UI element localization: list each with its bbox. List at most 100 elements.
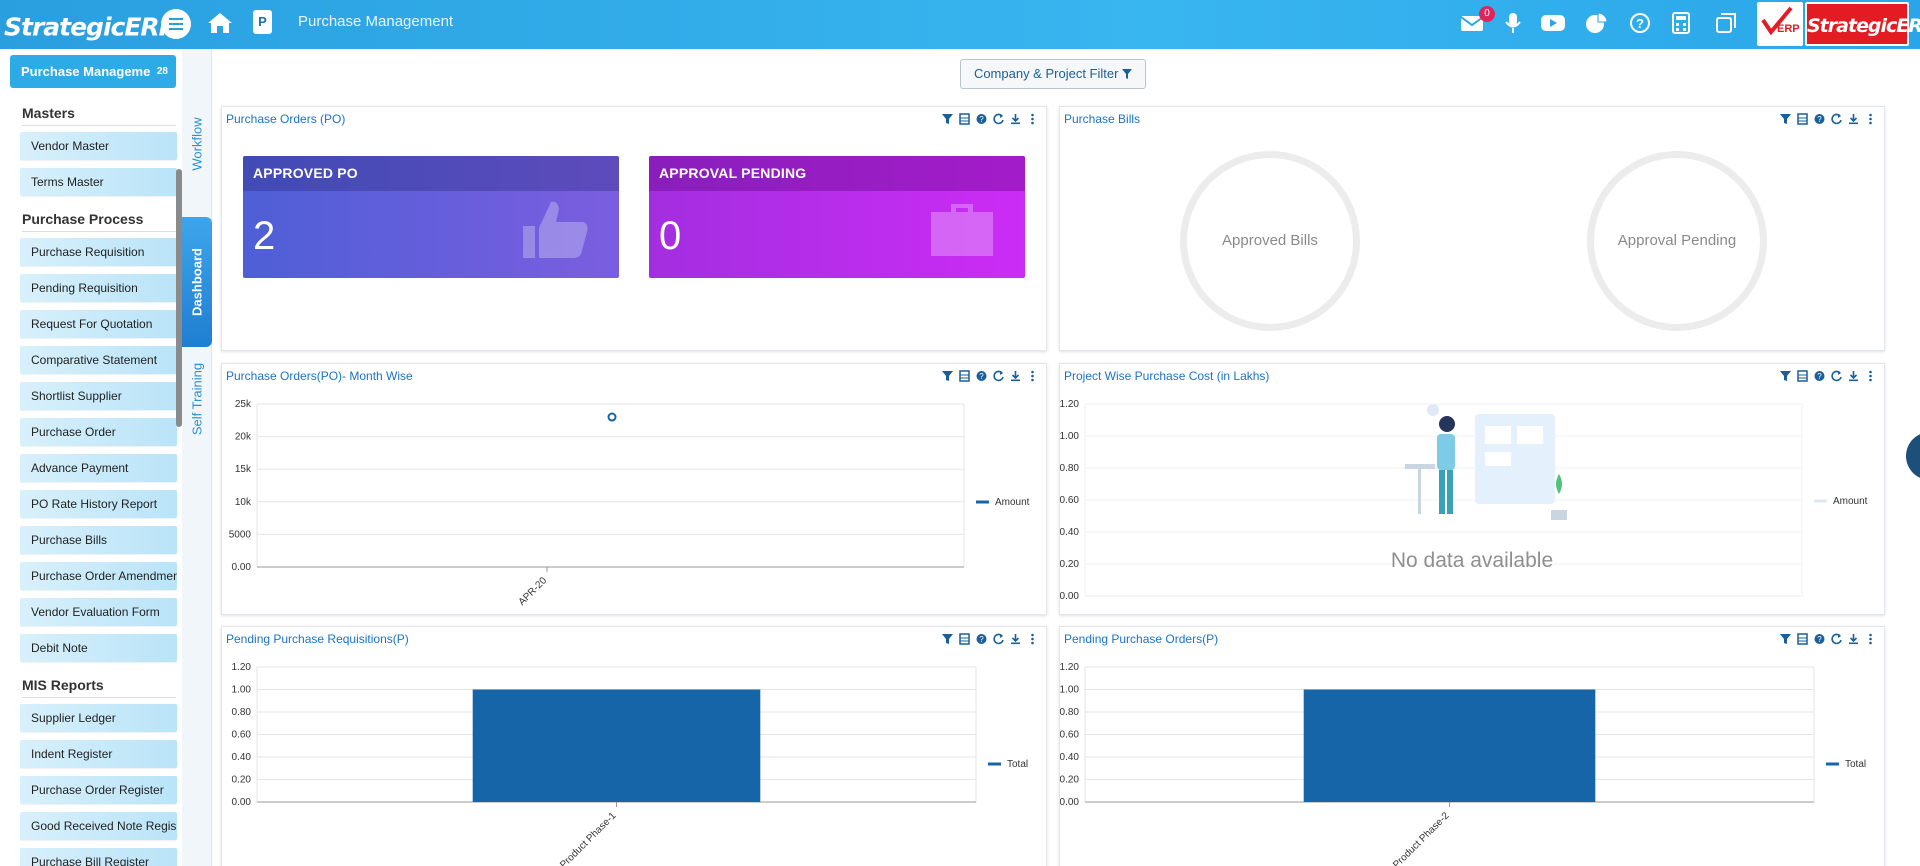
y-tick-label: 0.00 [232, 562, 252, 573]
svg-text:?: ? [1817, 115, 1822, 124]
x-tick-label: Product Phase-2 [1391, 810, 1452, 866]
sidebar-item[interactable]: Supplier Ledger [20, 704, 177, 732]
sidebar-section-title: Masters [22, 105, 176, 126]
purchase-orders-panel: Purchase Orders (PO) ? APPROVED PO 2 APP… [221, 106, 1047, 351]
panel-title: Purchase Bills [1064, 112, 1141, 126]
y-tick-label: 0.40 [232, 752, 252, 763]
sidebar-item[interactable]: Vendor Master [20, 132, 177, 160]
sidebar-item[interactable]: Pending Requisition [20, 274, 177, 302]
sidebar-item[interactable]: PO Rate History Report [20, 490, 177, 518]
hamburger-menu-button[interactable] [161, 9, 191, 39]
sidebar-item[interactable]: Request For Quotation [20, 310, 177, 338]
sidebar-item[interactable]: Comparative Statement [20, 346, 177, 374]
sidebar-item[interactable]: Purchase Order Amendment [20, 562, 177, 590]
y-tick-label: 0.60 [232, 730, 252, 741]
y-tick-label: 0.40 [1060, 527, 1079, 538]
sidebar-item[interactable]: Good Received Note Regis.. [20, 812, 177, 840]
sidebar-item[interactable]: Debit Note [20, 634, 177, 662]
module-selector[interactable]: Purchase Manageme 28 [10, 55, 176, 88]
download-icon[interactable] [1010, 113, 1021, 125]
panel-toolbar: ? [1774, 113, 1876, 127]
tab-workflow[interactable]: Workflow [182, 89, 212, 199]
y-tick-label: 0.60 [1060, 730, 1079, 741]
filter-icon[interactable] [942, 113, 953, 125]
more-icon[interactable] [1027, 113, 1038, 125]
y-tick-label: 5000 [229, 529, 252, 540]
svg-text:?: ? [1636, 16, 1644, 31]
download-icon[interactable] [1848, 113, 1859, 125]
y-tick-label: 1.00 [1060, 431, 1079, 442]
tab-dashboard[interactable]: Dashboard [182, 217, 212, 347]
y-tick-label: 0.00 [1060, 591, 1079, 602]
y-tick-label: 15k [235, 464, 252, 475]
sidebar-item[interactable]: Purchase Order [20, 418, 177, 446]
y-tick-label: 1.00 [232, 685, 252, 696]
y-tick-label: 0.60 [1060, 495, 1079, 506]
table-icon[interactable] [1797, 113, 1808, 125]
y-tick-label: 0.80 [232, 707, 252, 718]
sidebar-item[interactable]: Terms Master [20, 168, 177, 196]
sidebar-item[interactable]: Advance Payment [20, 454, 177, 482]
approved-bills-ring[interactable]: Approved Bills [1180, 151, 1360, 331]
y-tick-label: 0.00 [1060, 797, 1079, 808]
legend-label: Total [1007, 759, 1028, 770]
mic-icon[interactable] [1500, 11, 1526, 35]
x-tick-label: Product Phase-1 [558, 810, 619, 866]
sidebar-section-title: MIS Reports [22, 677, 176, 698]
help-icon[interactable]: ? [1627, 11, 1653, 35]
approved-po-card[interactable]: APPROVED PO 2 [243, 156, 619, 278]
refresh-icon[interactable] [1831, 113, 1842, 125]
project-cost-panel: Project Wise Purchase Cost (in Lakhs) ? … [1059, 363, 1885, 615]
tab-self-training[interactable]: Self Training [182, 349, 212, 449]
approval-pending-card[interactable]: APPROVAL PENDING 0 [649, 156, 1025, 278]
brand-logo: StrategicERP [1805, 2, 1920, 46]
app-logo[interactable]: StrategicERP® [4, 6, 186, 42]
home-icon[interactable] [207, 11, 233, 35]
panel-title: Purchase Orders (PO) [226, 112, 346, 126]
help-icon[interactable]: ? [976, 113, 987, 125]
pending-orders-chart: 0.00 0.20 0.40 0.60 0.80 1.00 1.20 Product Phas… [1060, 662, 1866, 866]
pie-chart-icon[interactable] [1583, 11, 1609, 35]
filter-icon [1122, 69, 1133, 79]
sidebar-item[interactable]: Purchase Bills [20, 526, 177, 554]
sidebar-item[interactable]: Vendor Evaluation Form [20, 598, 177, 626]
vertical-tabs: Workflow Dashboard Self Training [182, 49, 212, 866]
mail-count-badge: 0 [1479, 6, 1495, 22]
sidebar-item[interactable]: Purchase Bill Register [20, 848, 177, 866]
approval-pending-ring[interactable]: Approval Pending [1587, 151, 1767, 331]
kpi-value: 0 [659, 214, 682, 258]
sidebar: Purchase Manageme 28 Masters Vendor Maste… [0, 49, 182, 866]
company-project-filter-button[interactable]: Company & Project Filter [960, 59, 1146, 89]
sidebar-item[interactable]: Purchase Requisition [20, 238, 177, 266]
legend-label: Total [1845, 759, 1866, 770]
erp-logo-icon: ERP [1757, 2, 1803, 46]
x-tick-label: APR-20 [517, 575, 550, 608]
y-tick-label: 1.20 [232, 662, 252, 673]
bar [1303, 689, 1596, 802]
module-count: 28 [156, 66, 168, 77]
side-panel-toggle[interactable] [1906, 432, 1920, 480]
page-badge[interactable]: P [253, 10, 272, 34]
help-icon[interactable]: ? [1814, 113, 1825, 125]
windows-icon[interactable] [1713, 11, 1739, 35]
refresh-icon[interactable] [993, 113, 1004, 125]
sidebar-item[interactable]: Shortlist Supplier [20, 382, 177, 410]
sidebar-item[interactable]: Indent Register [20, 740, 177, 768]
purchase-bills-panel: Purchase Bills ? Approved Bills Approval… [1059, 106, 1885, 351]
y-tick-label: 0.40 [1060, 752, 1079, 763]
kpi-value: 2 [253, 214, 276, 258]
calculator-icon[interactable] [1668, 11, 1694, 35]
more-icon[interactable] [1865, 113, 1876, 125]
sidebar-item[interactable]: Purchase Order Register [20, 776, 177, 804]
table-icon[interactable] [959, 113, 970, 125]
youtube-icon[interactable] [1540, 11, 1566, 35]
data-point [607, 412, 617, 422]
bar [472, 689, 761, 802]
y-tick-label: 0.00 [232, 797, 252, 808]
briefcase-icon [931, 204, 993, 256]
svg-text:?: ? [979, 115, 984, 124]
y-tick-label: 0.80 [1060, 707, 1079, 718]
filter-icon[interactable] [1780, 113, 1791, 125]
svg-text:ERP: ERP [1777, 23, 1800, 35]
y-tick-label: 20k [235, 432, 252, 443]
